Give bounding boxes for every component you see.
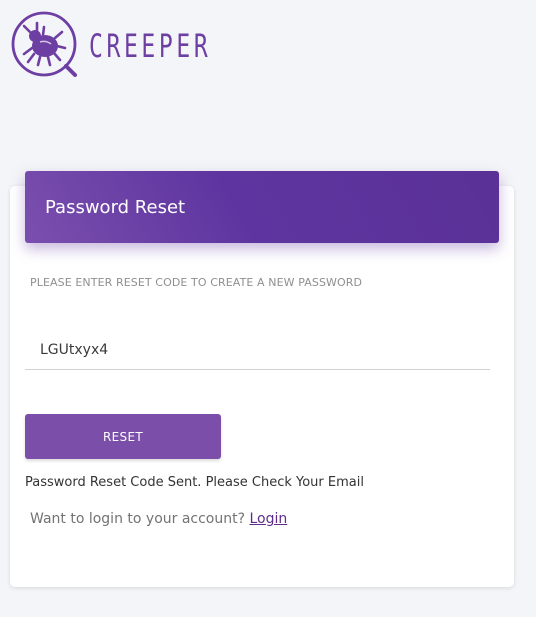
brand-name: CREEPER — [89, 27, 212, 65]
status-message: Password Reset Code Sent. Please Check Y… — [25, 475, 364, 490]
bug-magnifier-icon — [10, 10, 80, 80]
reset-code-input[interactable] — [25, 330, 490, 370]
login-link[interactable]: Login — [250, 511, 288, 527]
brand-logo[interactable]: CREEPER — [10, 10, 259, 80]
reset-button[interactable]: RESET — [25, 414, 221, 459]
page: CREEPER Password Reset PLEASE ENTER RESE… — [0, 0, 536, 617]
card-header: Password Reset — [25, 171, 499, 243]
card-title: Password Reset — [45, 196, 186, 218]
login-prompt-line: Want to login to your account? Login — [30, 511, 287, 527]
login-prompt-text: Want to login to your account? — [30, 511, 246, 527]
password-reset-card: Password Reset PLEASE ENTER RESET CODE T… — [10, 171, 514, 587]
instruction-text: PLEASE ENTER RESET CODE TO CREATE A NEW … — [30, 276, 363, 289]
